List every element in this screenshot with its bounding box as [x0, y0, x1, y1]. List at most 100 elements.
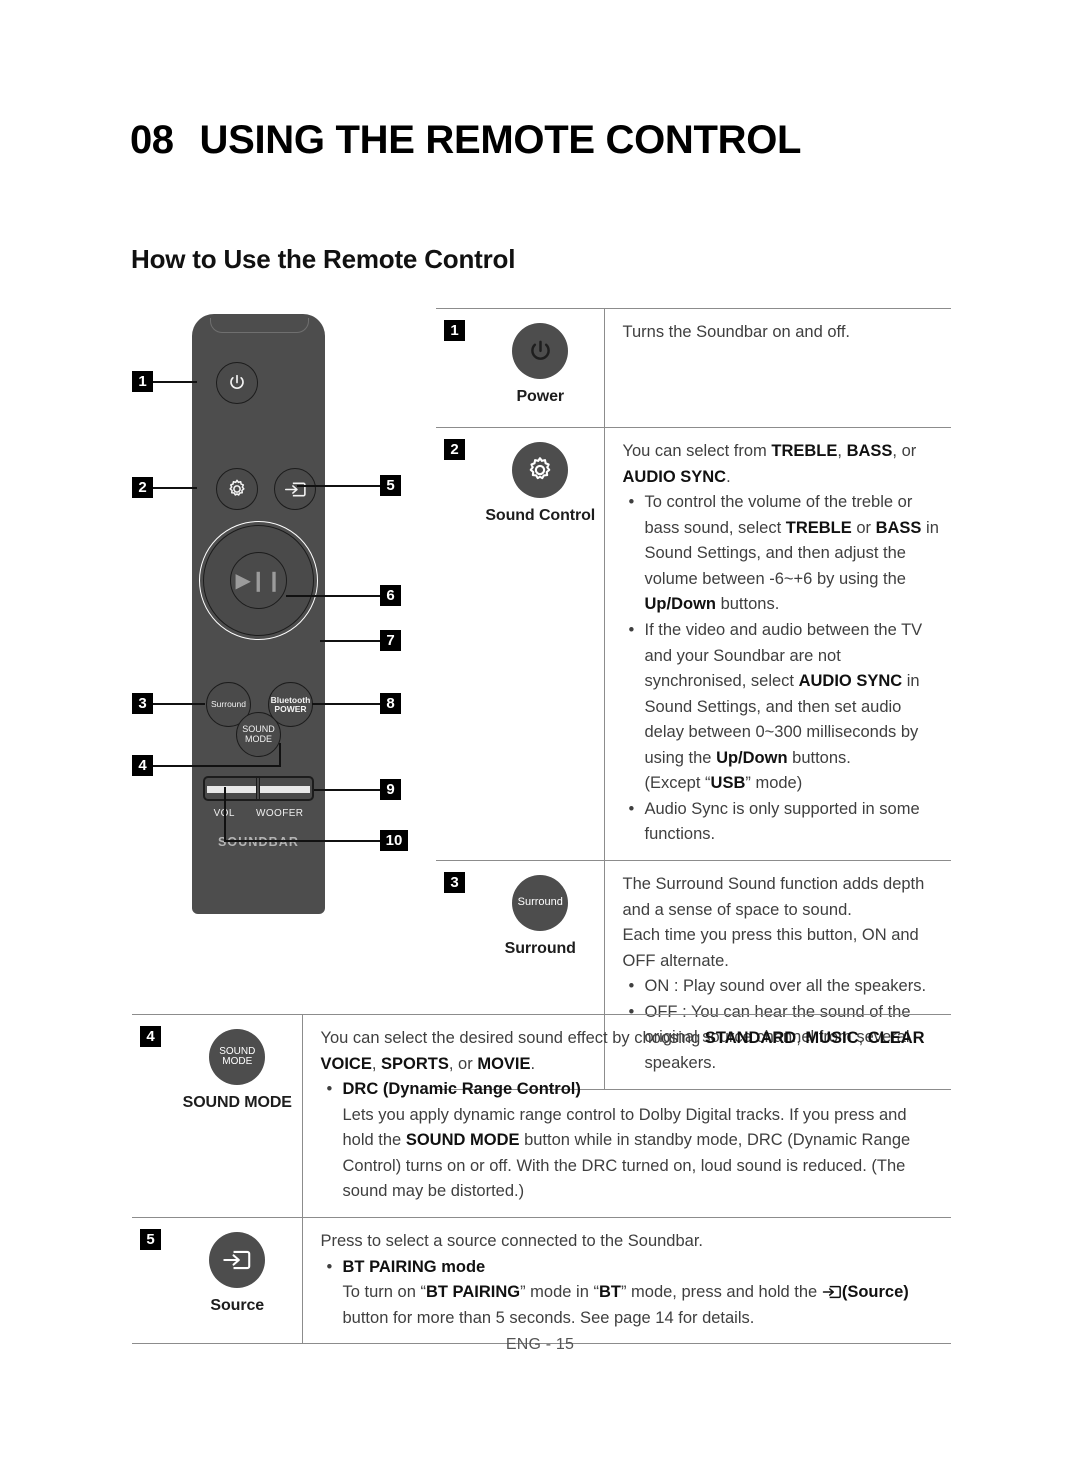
remote-control-illustration: ▶❙❙ Surround Bluetooth POWER SOUND MODE: [128, 300, 438, 940]
table-row-source: 5 Source Press to select a source connec…: [132, 1216, 951, 1345]
icon-label-sound-mode: SOUND MODE: [182, 1094, 292, 1111]
remote-play-pause-button: ▶❙❙: [230, 552, 287, 609]
row-badge-cell: 2: [436, 427, 477, 861]
surround-glyph-label: Surround: [517, 896, 563, 909]
row-badge-cell: 4: [132, 1014, 173, 1218]
row-badge-cell: 1: [436, 308, 477, 428]
sound-mode-intro: You can select the desired sound effect …: [320, 1029, 925, 1073]
bluetooth-line2: POWER: [274, 703, 307, 714]
icon-label-sound-control: Sound Control: [485, 507, 596, 524]
remote-volume-woofer-rocker: [203, 776, 314, 801]
gear-icon: [529, 457, 551, 480]
section-title: How to Use the Remote Control: [131, 244, 516, 274]
row-badge-1: 1: [444, 320, 465, 341]
leader-line-6: [286, 595, 380, 597]
sc-intro-treble: TREBLE: [771, 442, 838, 460]
callout-badge-5: 5: [380, 475, 401, 496]
sm-intro-a: You can select the desired sound effect …: [320, 1029, 705, 1047]
bt-c: ” mode in “: [520, 1283, 599, 1302]
sound-mode-glyph-label: SOUND MODE: [219, 1045, 256, 1068]
leader-line-3: [153, 703, 205, 705]
table-row-power: 1 Power Turns the Soundbar on and off.: [436, 308, 951, 428]
row-badge-3: 3: [444, 872, 465, 893]
drc-body-kw: SOUND MODE: [405, 1131, 520, 1150]
list-item: If the video and audio between the TV an…: [623, 618, 942, 797]
sc-intro-c: ,: [837, 442, 847, 460]
remote-buttons-table-bottom: 4 SOUND MODE SOUND MODE You can select t…: [132, 1014, 951, 1345]
bt-kw-bt: BT: [598, 1283, 621, 1302]
sc-intro-a: You can select from: [622, 442, 772, 460]
sm-opt-standard: STANDARD: [704, 1029, 797, 1047]
bt-kw-pairing: BT PAIRING: [425, 1283, 521, 1302]
leader-line-4: [153, 765, 281, 767]
remote-buttons-table-top: 1 Power Turns the Soundbar on and off. 2…: [436, 308, 951, 1090]
row-icon-cell: Power: [477, 308, 605, 428]
bt-e: ” mode, press and hold the: [620, 1283, 822, 1302]
source-intro: Press to select a source connected to th…: [320, 1231, 704, 1250]
row-icon-cell: SOUND MODE SOUND MODE: [173, 1014, 303, 1218]
sm-line2: MODE: [222, 1056, 253, 1067]
icon-label-power: Power: [516, 388, 565, 405]
sc-intro-e: , or: [892, 442, 917, 460]
source-bullets: BT PAIRING mode To turn on “BT PAIRING” …: [321, 1255, 942, 1332]
page-footer: ENG - 15: [505, 1336, 575, 1353]
drc-body: Lets you apply dynamic range control to …: [343, 1103, 942, 1205]
sound-control-button-icon: [512, 442, 569, 498]
sound-mode-button-icon: SOUND MODE: [209, 1029, 266, 1085]
sm-opt-sports: SPORTS: [381, 1054, 449, 1073]
sm-line1: SOUND: [219, 1045, 256, 1057]
surround-intro: The Surround Sound function adds depth a…: [622, 875, 925, 919]
play-pause-icon: ▶❙❙: [235, 570, 283, 592]
list-item: Audio Sync is only supported in some fun…: [623, 797, 942, 848]
callout-badge-3: 3: [132, 693, 153, 714]
source-icon-inline: [822, 1283, 842, 1299]
row-text-cell: Turns the Soundbar on and off.: [604, 308, 951, 428]
sound-mode-bullets: DRC (Dynamic Range Control) Lets you app…: [321, 1077, 942, 1205]
power-button-icon: [512, 323, 569, 379]
drc-title: DRC (Dynamic Range Control): [342, 1080, 581, 1099]
remote-source-button: [274, 468, 316, 510]
leader-line-9: [314, 789, 380, 791]
remote-bluetooth-label: Bluetooth POWER: [271, 695, 311, 714]
sc-intro-audiosync: AUDIO SYNC: [622, 467, 727, 486]
surround-intro2: Each time you press this button, ON and …: [622, 926, 919, 970]
row-text-cell: You can select from TREBLE, BASS , or AUD…: [604, 427, 951, 861]
manual-page: 08 USING THE REMOTE CONTROL How to Use t…: [0, 0, 1080, 1479]
bt-pairing-body: To turn on “BT PAIRING” mode in “BT” mod…: [343, 1280, 942, 1331]
sound-control-intro: You can select from TREBLE, BASS, or AUD…: [623, 439, 942, 490]
power-icon: [230, 374, 244, 389]
leader-line-10: [224, 840, 380, 842]
kw-treble: TREBLE: [785, 518, 852, 537]
list-item: To control the volume of the treble or b…: [623, 490, 942, 618]
bt-kw-source: (Source): [841, 1283, 909, 1302]
bt-pairing-title: BT PAIRING mode: [342, 1257, 486, 1276]
callout-badge-8: 8: [380, 693, 401, 714]
callout-badge-2: 2: [132, 477, 153, 498]
remote-top-slot: [210, 318, 309, 333]
sm-intro-or: , or: [448, 1054, 478, 1073]
row-icon-cell: Source: [173, 1216, 303, 1345]
list-item: ON : Play sound over all the speakers.: [623, 974, 942, 1000]
callout-badge-1: 1: [132, 371, 153, 392]
leader-line-5: [297, 485, 380, 487]
callout-badge-4: 4: [132, 755, 153, 776]
leader-line-10-vert: [224, 787, 226, 840]
leader-line-7: [320, 640, 380, 642]
remote-power-button: [216, 362, 258, 404]
remote-surround-label: Surround: [211, 699, 246, 710]
callout-badge-6: 6: [380, 585, 401, 606]
leader-line-8: [312, 703, 380, 705]
sc-intro-g: .: [726, 467, 731, 486]
row-icon-cell: Sound Control: [477, 427, 605, 861]
icon-label-source: Source: [210, 1296, 265, 1314]
sound-control-bullets: To control the volume of the treble or b…: [623, 490, 942, 848]
callout-badge-9: 9: [380, 779, 401, 800]
remote-woofer-label: WOOFER: [256, 808, 304, 819]
kw-audiosync: AUDIO SYNC: [798, 672, 903, 691]
power-description: Turns the Soundbar on and off.: [622, 323, 851, 341]
row-text-cell: You can select the desired sound effect …: [302, 1014, 951, 1218]
kw-bass: BASS: [875, 518, 922, 537]
remote-sound-mode-label: SOUND MODE: [242, 724, 275, 744]
chapter-heading: 08 USING THE REMOTE CONTROL: [130, 118, 801, 163]
rocker-labels: VOL WOOFER: [203, 808, 314, 819]
